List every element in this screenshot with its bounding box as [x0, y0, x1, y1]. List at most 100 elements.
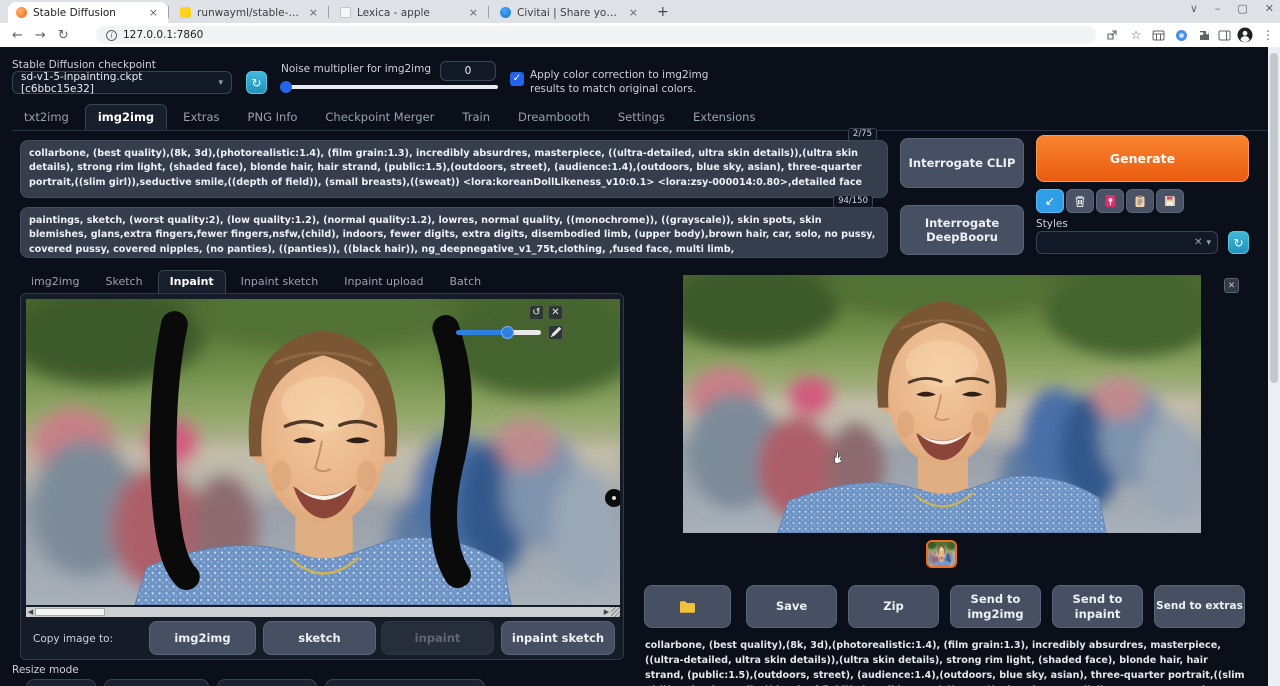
checkpoint-select[interactable]: sd-v1-5-inpainting.ckpt [c6bbc15e32] ▾ [12, 71, 232, 94]
tab-title: Stable Diffusion [33, 7, 141, 19]
subtab-inpaint[interactable]: Inpaint [158, 270, 226, 293]
resize-mode-option[interactable] [26, 679, 96, 686]
tab-extras[interactable]: Extras [171, 105, 231, 130]
subtab-inpaint-upload[interactable]: Inpaint upload [333, 271, 434, 293]
copy-to-sketch-button[interactable]: sketch [263, 621, 376, 655]
slider-thumb[interactable] [280, 81, 292, 93]
bookmark-star-icon[interactable]: ☆ [1128, 27, 1144, 43]
scrollbar-thumb[interactable] [35, 608, 105, 616]
subtab-batch[interactable]: Batch [439, 271, 493, 293]
canvas-handle-dot[interactable] [605, 489, 620, 507]
prompt-container: 2/75 collarbone, (best quality),(8k, 3d)… [20, 140, 888, 198]
reload-icon[interactable]: ↻ [58, 28, 69, 43]
resize-grip[interactable] [611, 607, 620, 617]
send-to-inpaint-button[interactable]: Send to inpaint [1052, 585, 1143, 628]
source-image [26, 299, 620, 605]
prompt-input[interactable]: collarbone, (best quality),(8k, 3d),(pho… [21, 141, 887, 197]
checkpoint-refresh-button[interactable]: ↻ [246, 71, 267, 94]
profile-avatar[interactable] [1237, 27, 1253, 43]
tab-close-icon[interactable]: × [467, 6, 480, 19]
send-to-extras-button[interactable]: Send to extras [1154, 585, 1245, 628]
tab-close-icon[interactable]: × [307, 6, 320, 19]
inpaint-canvas[interactable]: ↺ ✕ [26, 299, 620, 605]
share-icon[interactable] [1104, 27, 1120, 43]
slider-thumb[interactable] [501, 326, 514, 339]
window-minimize-icon[interactable]: – [1215, 2, 1221, 15]
color-correction-checkbox[interactable]: ✓ [510, 72, 524, 86]
resize-mode-option[interactable] [104, 679, 209, 686]
generate-button[interactable]: Generate [1036, 135, 1249, 182]
gallery-close-icon[interactable]: ✕ [1224, 278, 1239, 293]
extension-grid-icon[interactable] [1150, 27, 1166, 43]
page-scrollbar[interactable] [1268, 47, 1280, 686]
tab-checkpoint-merger[interactable]: Checkpoint Merger [313, 105, 446, 130]
apply-style-button[interactable] [1126, 189, 1154, 213]
styles-dropdown[interactable]: ✕ ▾ [1036, 231, 1218, 254]
extensions-puzzle-icon[interactable] [1196, 27, 1212, 43]
address-bar[interactable]: i 127.0.0.1:7860 [96, 26, 1096, 44]
site-info-icon[interactable]: i [106, 30, 117, 41]
copy-to-inpaint-button: inpaint [381, 621, 494, 655]
tab-img2img[interactable]: img2img [85, 104, 167, 130]
subtab-sketch[interactable]: Sketch [95, 271, 154, 293]
clear-prompt-button[interactable] [1066, 189, 1094, 213]
clear-styles-icon[interactable]: ✕ [1190, 237, 1206, 248]
tab-extensions[interactable]: Extensions [681, 105, 767, 130]
forward-icon[interactable]: → [35, 28, 46, 43]
tab-png-info[interactable]: PNG Info [236, 105, 310, 130]
copy-to-img2img-button[interactable]: img2img [149, 621, 256, 655]
gallery-thumbnail-selected[interactable] [926, 540, 957, 568]
browser-menu-icon[interactable]: ⋮ [1260, 27, 1276, 43]
noise-multiplier-value[interactable]: 0 [440, 61, 496, 81]
browser-tab-lexica[interactable]: Lexica - apple × [332, 2, 488, 23]
tab-txt2img[interactable]: txt2img [12, 105, 81, 130]
color-correction-label: Apply color correction to img2img result… [530, 68, 740, 96]
extra-networks-button[interactable] [1096, 189, 1124, 213]
canvas-undo-button[interactable]: ↺ [529, 305, 544, 320]
noise-multiplier-slider[interactable] [282, 85, 498, 89]
tab-dreambooth[interactable]: Dreambooth [506, 105, 602, 130]
tab-title: Lexica - apple [357, 7, 461, 19]
open-output-folder-button[interactable] [644, 585, 731, 628]
interrogate-clip-button[interactable]: Interrogate CLIP [900, 138, 1024, 188]
send-to-img2img-button[interactable]: Send to img2img [950, 585, 1041, 628]
negative-prompt-input[interactable]: paintings, sketch, (worst quality:2), (l… [21, 208, 887, 257]
brush-size-slider[interactable] [456, 330, 541, 335]
browser-tab-stable-diffusion[interactable]: Stable Diffusion × [8, 2, 168, 23]
window-close-icon[interactable]: ✕ [1265, 2, 1274, 15]
browser-tab-civitai[interactable]: Civitai | Share your models × [492, 2, 648, 23]
civitai-favicon [500, 7, 511, 18]
side-panel-icon[interactable] [1216, 27, 1232, 43]
resize-mode-option[interactable] [217, 679, 317, 686]
styles-label: Styles [1036, 218, 1068, 230]
subtab-inpaint-sketch[interactable]: Inpaint sketch [230, 271, 330, 293]
tab-close-icon[interactable]: × [627, 6, 640, 19]
resize-mode-option[interactable] [325, 679, 485, 686]
window-restore-icon[interactable]: ▢ [1237, 2, 1247, 15]
window-chevron-icon[interactable]: ∨ [1190, 2, 1198, 15]
subtab-img2img[interactable]: img2img [20, 271, 91, 293]
canvas-clear-button[interactable]: ✕ [548, 305, 563, 320]
tab-close-icon[interactable]: × [147, 6, 160, 19]
floppy-save-icon [1164, 195, 1176, 207]
browser-tab-runwayml[interactable]: runwayml/stable-diffusion-inpai × [172, 2, 328, 23]
copy-to-inpaint-sketch-button[interactable]: inpaint sketch [501, 621, 615, 655]
canvas-horizontal-scrollbar[interactable]: ◀ ▶ [26, 607, 620, 617]
new-tab-button[interactable]: + [651, 4, 675, 20]
paste-params-button[interactable]: ↙ [1036, 189, 1064, 213]
save-button[interactable]: Save [746, 585, 837, 628]
tab-train[interactable]: Train [450, 105, 502, 130]
zip-button[interactable]: Zip [848, 585, 939, 628]
interrogate-deepbooru-button[interactable]: Interrogate DeepBooru [900, 205, 1024, 255]
back-icon[interactable]: ← [12, 28, 23, 43]
extension-blue-icon[interactable] [1173, 27, 1189, 43]
scroll-left-icon[interactable]: ◀ [26, 608, 35, 616]
scroll-right-icon[interactable]: ▶ [602, 608, 611, 616]
styles-refresh-button[interactable]: ↻ [1228, 231, 1249, 254]
checkpoint-value: sd-v1-5-inpainting.ckpt [c6bbc15e32] [21, 71, 218, 95]
save-style-button[interactable] [1156, 189, 1184, 213]
output-image[interactable] [683, 275, 1201, 533]
tab-settings[interactable]: Settings [606, 105, 677, 130]
screen: Stable Diffusion × runwayml/stable-diffu… [0, 0, 1280, 686]
brush-icon[interactable] [548, 325, 563, 340]
